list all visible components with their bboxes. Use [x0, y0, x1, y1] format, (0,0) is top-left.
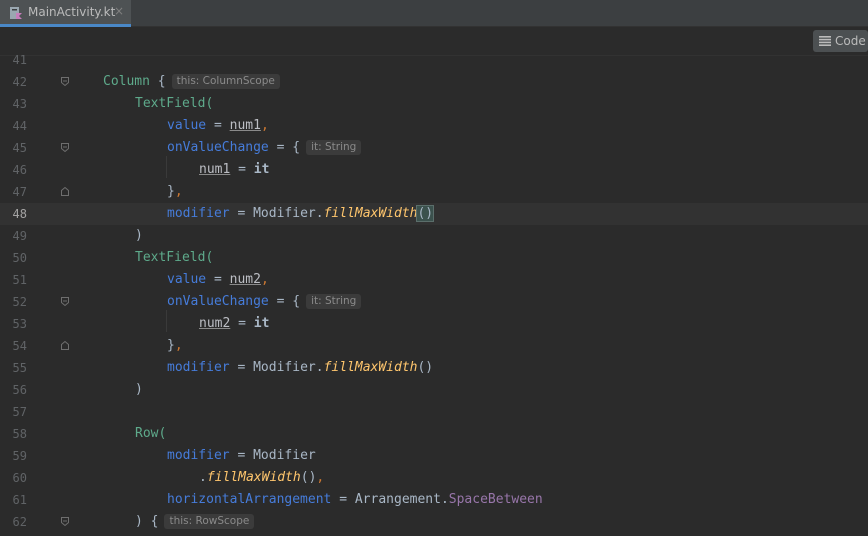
code-line: 62 ) {this: RowScope: [0, 511, 868, 533]
code-text: value = num1,: [167, 118, 269, 133]
code-line: 44 value = num1,: [0, 115, 868, 137]
line-number: 61: [12, 493, 27, 507]
code-line: 52 onValueChange = {it: String: [0, 291, 868, 313]
code-line: 43 TextField(: [0, 93, 868, 115]
line-number: 45: [12, 141, 27, 155]
fold-end-icon[interactable]: [61, 341, 69, 350]
line-number: 48: [12, 207, 27, 221]
fold-icon[interactable]: [61, 77, 69, 86]
code-text: TextField(: [135, 250, 214, 265]
code-line: 60 .fillMaxWidth(),: [0, 467, 868, 489]
line-number: 52: [12, 295, 27, 309]
code-text: num2 = it: [199, 316, 270, 331]
code-text: modifier = Modifier: [167, 448, 316, 463]
code-text: },: [167, 338, 183, 353]
lines-icon: [819, 36, 831, 46]
code-view-label: Code: [835, 34, 866, 48]
ide-window: MainActivity.kt × Code 41 42 Column {thi…: [0, 0, 868, 536]
code-line-current: 48 modifier = Modifier.fillMaxWidth(): [0, 203, 868, 225]
code-text: num1 = it: [199, 162, 270, 177]
code-line: 54 },: [0, 335, 868, 357]
code-line: 49 ): [0, 225, 868, 247]
code-line: 51 value = num2,: [0, 269, 868, 291]
code-text: Row(: [135, 426, 167, 441]
editor-tab-bar: MainActivity.kt ×: [0, 0, 868, 27]
line-number: 46: [12, 163, 27, 177]
line-number: 57: [12, 405, 27, 419]
code-text: ): [135, 382, 143, 397]
code-line: 46 num1 = it: [0, 159, 868, 181]
line-number: 42: [12, 75, 27, 89]
line-number: 55: [12, 361, 27, 375]
line-number: 58: [12, 427, 27, 441]
line-number: 59: [12, 449, 27, 463]
code-text: horizontalArrangement = Arrangement.Spac…: [167, 492, 543, 507]
line-number: 47: [12, 185, 27, 199]
code-text: onValueChange = {it: String: [167, 137, 362, 159]
close-icon[interactable]: ×: [114, 4, 124, 18]
line-number: 54: [12, 339, 27, 353]
line-number: 62: [12, 515, 27, 529]
code-line: 57: [0, 401, 868, 423]
code-line: 47 },: [0, 181, 868, 203]
fold-icon[interactable]: [61, 297, 69, 306]
code-line: 56 ): [0, 379, 868, 401]
code-line: 55 modifier = Modifier.fillMaxWidth(): [0, 357, 868, 379]
code-line: 50 TextField(: [0, 247, 868, 269]
code-text: },: [167, 184, 183, 199]
fold-icon[interactable]: [61, 143, 69, 152]
code-line: 41: [0, 49, 868, 71]
line-number: 50: [12, 251, 27, 265]
inlay-hint-column-scope: this: ColumnScope: [171, 74, 280, 89]
code-editor[interactable]: 41 42 Column {this: ColumnScope 43 TextF…: [0, 53, 868, 536]
code-text: value = num2,: [167, 272, 269, 287]
fold-icon[interactable]: [61, 517, 69, 526]
inlay-hint-it-string: it: String: [306, 140, 362, 155]
line-number: 41: [12, 53, 27, 67]
code-text: Column {this: ColumnScope: [103, 71, 280, 93]
code-line: 42 Column {this: ColumnScope: [0, 71, 868, 93]
code-line: 61 horizontalArrangement = Arrangement.S…: [0, 489, 868, 511]
line-number: 53: [12, 317, 27, 331]
tab-main-activity[interactable]: MainActivity.kt ×: [0, 0, 131, 27]
line-number: 43: [12, 97, 27, 111]
kotlin-file-icon: [10, 7, 22, 19]
code-line: 53 num2 = it: [0, 313, 868, 335]
line-number: 60: [12, 471, 27, 485]
code-text: modifier = Modifier.fillMaxWidth(): [167, 205, 435, 222]
code-text: .fillMaxWidth(),: [199, 470, 325, 485]
line-number: 56: [12, 383, 27, 397]
code-text: TextField(: [135, 96, 214, 111]
line-number: 51: [12, 273, 27, 287]
code-text: ) {this: RowScope: [135, 511, 255, 533]
code-text: modifier = Modifier.fillMaxWidth(): [167, 360, 434, 375]
line-number: 44: [12, 119, 27, 133]
inlay-hint-it-string: it: String: [306, 294, 362, 309]
code-line: 45 onValueChange = {it: String: [0, 137, 868, 159]
code-line: 58 Row(: [0, 423, 868, 445]
code-text: ): [135, 228, 143, 243]
line-number: 49: [12, 229, 27, 243]
matched-parens: (): [416, 205, 435, 222]
code-text: onValueChange = {it: String: [167, 291, 362, 313]
fold-end-icon[interactable]: [61, 187, 69, 196]
inlay-hint-row-scope: this: RowScope: [164, 514, 255, 529]
tab-label: MainActivity.kt: [28, 5, 116, 19]
code-line: 59 modifier = Modifier: [0, 445, 868, 467]
